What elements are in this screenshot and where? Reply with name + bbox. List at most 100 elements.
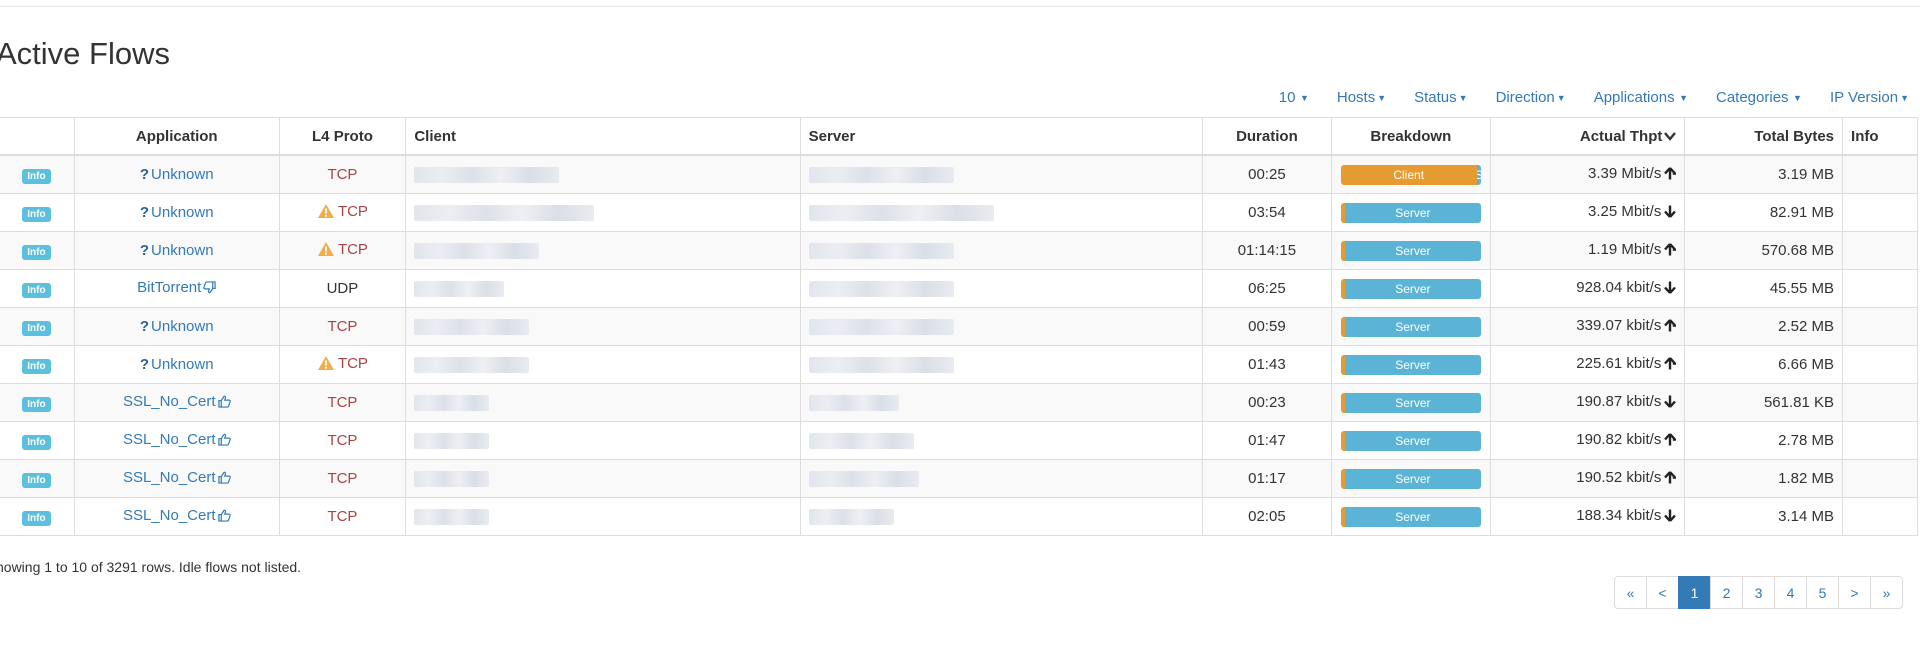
breakdown-cell: Client S [1330, 154, 1491, 194]
page-link[interactable]: < [1646, 576, 1679, 609]
header-info-col [0, 117, 75, 156]
header-application[interactable]: Application [73, 117, 280, 156]
application-link[interactable]: SSL_No_Cert [123, 393, 231, 410]
application-name: Unknown [151, 356, 214, 373]
filter-dropdown-categories[interactable]: Categories ▼ [1716, 89, 1802, 106]
server-redacted[interactable] [808, 471, 919, 488]
thumbs-up-icon [217, 471, 231, 488]
header-server[interactable]: Server [799, 117, 1203, 156]
application-cell: BitTorrent [73, 269, 280, 308]
thumbs-up-icon [217, 433, 231, 450]
info-button[interactable]: Info [22, 358, 51, 374]
application-cell: ? Unknown [73, 154, 280, 194]
client-redacted[interactable] [414, 433, 490, 450]
throughput-cell: 339.07 kbit/s [1489, 307, 1686, 346]
filter-dropdown-ip-version[interactable]: IP Version ▼ [1830, 89, 1909, 106]
application-link[interactable]: BitTorrent [137, 279, 217, 296]
application-link[interactable]: ? Unknown [140, 242, 214, 259]
server-redacted[interactable] [808, 281, 954, 298]
filter-label: Hosts [1336, 89, 1376, 106]
application-link[interactable]: ? Unknown [140, 318, 214, 335]
filter-dropdown-hosts[interactable]: Hosts ▼ [1337, 89, 1386, 106]
header-info[interactable]: Info [1842, 117, 1918, 156]
breakdown-bar: Server [1340, 392, 1481, 413]
filter-dropdown-status[interactable]: Status ▼ [1414, 89, 1467, 106]
l4proto-value: TCP [327, 166, 358, 183]
filter-dropdown-10[interactable]: 10 ▼ [1279, 89, 1309, 106]
l4proto-value: TCP [337, 240, 368, 258]
thumbs-up-icon [217, 395, 231, 412]
server-redacted[interactable] [808, 243, 954, 260]
page-link[interactable]: « [1614, 576, 1647, 609]
server-cell [799, 154, 1203, 194]
top-divider [0, 6, 1920, 7]
header-duration[interactable]: Duration [1201, 117, 1332, 156]
breakdown-server-segment: S [1476, 164, 1481, 185]
total-bytes-cell: 2.52 MB [1684, 307, 1844, 346]
info-button[interactable]: Info [22, 282, 51, 298]
application-link[interactable]: ? Unknown [140, 166, 214, 183]
throughput-value: 928.04 kbit/s [1576, 279, 1662, 296]
application-link[interactable]: ? Unknown [140, 204, 214, 221]
filter-dropdown-applications[interactable]: Applications ▼ [1594, 89, 1688, 106]
info-button[interactable]: Info [22, 168, 51, 184]
header-total-bytes[interactable]: Total Bytes [1684, 117, 1844, 156]
duration-cell: 00:23 [1201, 383, 1332, 422]
application-link[interactable]: SSL_No_Cert [123, 507, 231, 524]
info-button[interactable]: Info [22, 244, 51, 260]
info-button[interactable]: Info [22, 472, 51, 488]
header-actual-thpt[interactable]: Actual Thpt [1489, 117, 1686, 156]
client-redacted[interactable] [414, 395, 490, 412]
page-link[interactable]: 5 [1806, 576, 1839, 609]
throughput-cell: 190.87 kbit/s [1489, 383, 1686, 422]
throughput-cell: 1.19 Mbit/s [1489, 231, 1686, 270]
page-link[interactable]: 3 [1742, 576, 1775, 609]
client-redacted[interactable] [414, 205, 595, 222]
table-header: Application L4 Proto Client Server Durat… [0, 117, 1918, 156]
info-button[interactable]: Info [22, 510, 51, 526]
l4proto-cell: TCP [278, 459, 407, 498]
server-redacted[interactable] [808, 167, 954, 184]
server-redacted[interactable] [808, 319, 954, 336]
page-link[interactable]: 4 [1774, 576, 1807, 609]
application-link[interactable]: SSL_No_Cert [123, 431, 231, 448]
l4proto-cell: TCP [278, 154, 407, 194]
header-l4proto[interactable]: L4 Proto [278, 117, 407, 156]
total-bytes-cell: 1.82 MB [1684, 459, 1844, 498]
server-redacted[interactable] [808, 509, 894, 526]
arrow-up-icon [1664, 471, 1679, 488]
info-button[interactable]: Info [22, 320, 51, 336]
server-redacted[interactable] [808, 357, 954, 374]
info-cell: Info [0, 459, 75, 498]
client-redacted[interactable] [414, 281, 505, 298]
client-cell [405, 193, 801, 232]
table-footer-text: howing 1 to 10 of 3291 rows. Idle flows … [0, 559, 302, 575]
info-button[interactable]: Info [22, 434, 51, 450]
server-redacted[interactable] [808, 395, 899, 412]
server-redacted[interactable] [808, 205, 994, 222]
duration-cell: 00:25 [1201, 154, 1332, 194]
client-cell [405, 421, 801, 460]
header-client[interactable]: Client [405, 117, 801, 156]
application-link[interactable]: SSL_No_Cert [123, 469, 231, 486]
server-redacted[interactable] [808, 433, 914, 450]
client-redacted[interactable] [414, 319, 530, 336]
sort-chevron-icon [1664, 131, 1677, 141]
filter-dropdown-direction[interactable]: Direction ▼ [1496, 89, 1566, 106]
page-link[interactable]: 1 [1678, 576, 1711, 609]
page-link[interactable]: > [1838, 576, 1871, 609]
client-redacted[interactable] [414, 167, 560, 184]
server-cell [799, 269, 1203, 308]
application-link[interactable]: ? Unknown [140, 356, 214, 373]
flows-table: Application L4 Proto Client Server Durat… [0, 117, 1918, 536]
client-redacted[interactable] [414, 509, 490, 526]
page-link[interactable]: » [1870, 576, 1903, 609]
info-button[interactable]: Info [22, 206, 51, 222]
info-button[interactable]: Info [22, 396, 51, 412]
arrow-down-icon [1664, 395, 1677, 412]
page-link[interactable]: 2 [1710, 576, 1743, 609]
client-redacted[interactable] [414, 243, 540, 260]
client-redacted[interactable] [414, 471, 490, 488]
client-redacted[interactable] [414, 357, 530, 374]
header-breakdown[interactable]: Breakdown [1330, 117, 1491, 156]
